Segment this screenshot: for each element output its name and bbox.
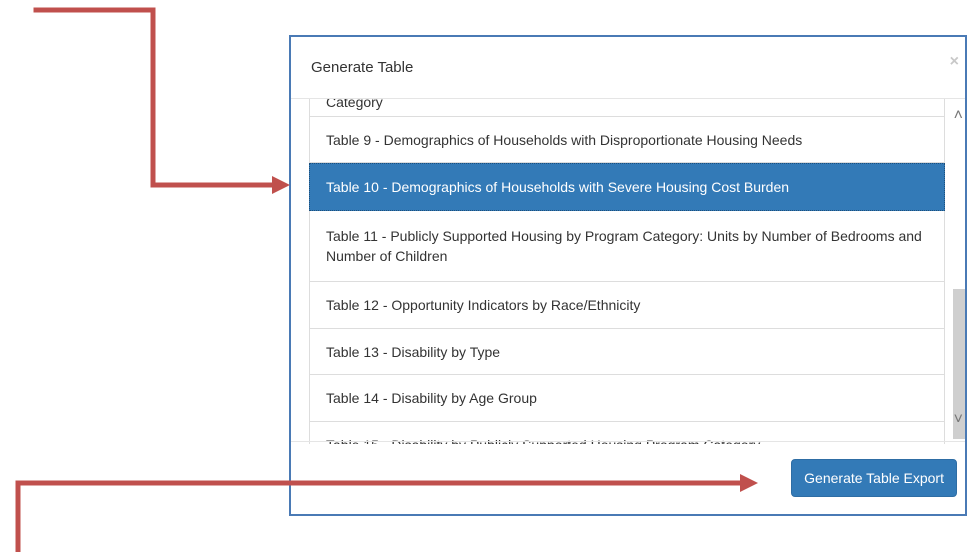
generate-table-modal: Generate Table × Category Table 9 - Demo…	[289, 35, 967, 516]
modal-title: Generate Table	[311, 59, 414, 76]
scroll-down-icon[interactable]: ˅	[954, 411, 963, 429]
list-scrollbar[interactable]: ˄ ˅	[945, 99, 965, 444]
list-item-table-13[interactable]: Table 13 - Disability by Type	[309, 329, 945, 375]
close-icon[interactable]: ×	[950, 53, 959, 71]
modal-footer: Generate Table Export	[291, 441, 965, 514]
table-list-viewport[interactable]: Category Table 9 - Demographics of House…	[291, 99, 965, 444]
scroll-up-icon[interactable]: ˄	[954, 107, 963, 125]
arrow-to-selected-item	[33, 7, 279, 188]
arrowhead-to-selected-item	[272, 176, 290, 194]
list-item-table-11[interactable]: Table 11 - Publicly Supported Housing by…	[309, 211, 945, 282]
table-list: Category Table 9 - Demographics of House…	[309, 99, 945, 444]
modal-header: Generate Table ×	[291, 37, 965, 99]
list-item-table-12[interactable]: Table 12 - Opportunity Indicators by Rac…	[309, 282, 945, 329]
list-item-table-14[interactable]: Table 14 - Disability by Age Group	[309, 375, 945, 422]
list-item-table-10[interactable]: Table 10 - Demographics of Households wi…	[309, 163, 945, 211]
list-item-category[interactable]: Category	[309, 99, 945, 117]
generate-table-export-button[interactable]: Generate Table Export	[791, 459, 957, 497]
list-item-table-9[interactable]: Table 9 - Demographics of Households wit…	[309, 117, 945, 163]
